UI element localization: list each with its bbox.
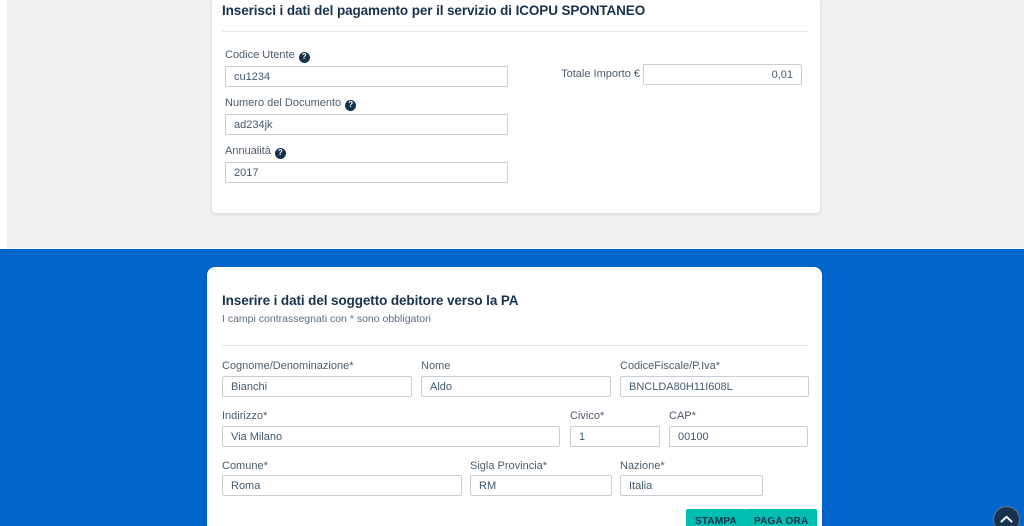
comune-input[interactable] [222, 475, 462, 496]
paga-ora-button[interactable]: PAGA ORA [745, 509, 817, 526]
annualita-label: Annualità? [225, 145, 286, 159]
debtor-card-subtitle: I campi contrassegnati con * sono obblig… [222, 313, 431, 325]
nome-label: Nome [421, 360, 450, 372]
annualita-input[interactable] [225, 162, 508, 183]
indirizzo-input[interactable] [222, 426, 560, 447]
cognome-label: Cognome/Denominazione* [222, 360, 353, 372]
help-icon[interactable]: ? [275, 148, 286, 159]
payment-card: Inserisci i dati del pagamento per il se… [212, 0, 820, 213]
nazione-label: Nazione* [620, 460, 665, 472]
cap-label: CAP* [669, 410, 696, 422]
codice-utente-label: Codice Utente? [225, 49, 310, 63]
cognome-input[interactable] [222, 376, 412, 397]
comune-label: Comune* [222, 460, 268, 472]
codice-fiscale-input[interactable] [620, 376, 809, 397]
indirizzo-label: Indirizzo* [222, 410, 267, 422]
sigla-provincia-label: Sigla Provincia* [470, 460, 547, 472]
numero-documento-label-text: Numero del Documento [225, 97, 341, 109]
annualita-label-text: Annualità [225, 145, 271, 157]
codice-utente-input[interactable] [225, 66, 508, 87]
chevron-up-icon [1000, 515, 1013, 524]
codice-utente-label-text: Codice Utente [225, 49, 295, 61]
payment-card-title: Inserisci i dati del pagamento per il se… [222, 3, 645, 18]
codice-fiscale-label: CodiceFiscale/P.Iva* [620, 360, 720, 372]
numero-documento-label: Numero del Documento? [225, 97, 356, 111]
debtor-card: Inserire i dati del soggetto debitore ve… [207, 267, 822, 526]
civico-input[interactable] [570, 426, 660, 447]
totale-importo-input[interactable] [643, 64, 802, 85]
divider [222, 31, 808, 32]
scroll-to-top-button[interactable] [993, 506, 1020, 526]
help-icon[interactable]: ? [299, 52, 310, 63]
civico-label: Civico* [570, 410, 604, 422]
debtor-card-title: Inserire i dati del soggetto debitore ve… [222, 293, 518, 308]
cap-input[interactable] [669, 426, 808, 447]
sigla-provincia-input[interactable] [470, 475, 612, 496]
help-icon[interactable]: ? [345, 100, 356, 111]
totale-importo-label: Totale Importo € [492, 68, 640, 80]
divider [222, 345, 807, 346]
nome-input[interactable] [421, 376, 611, 397]
stampa-button[interactable]: STAMPA [686, 509, 746, 526]
numero-documento-input[interactable] [225, 114, 508, 135]
nazione-input[interactable] [620, 475, 763, 496]
